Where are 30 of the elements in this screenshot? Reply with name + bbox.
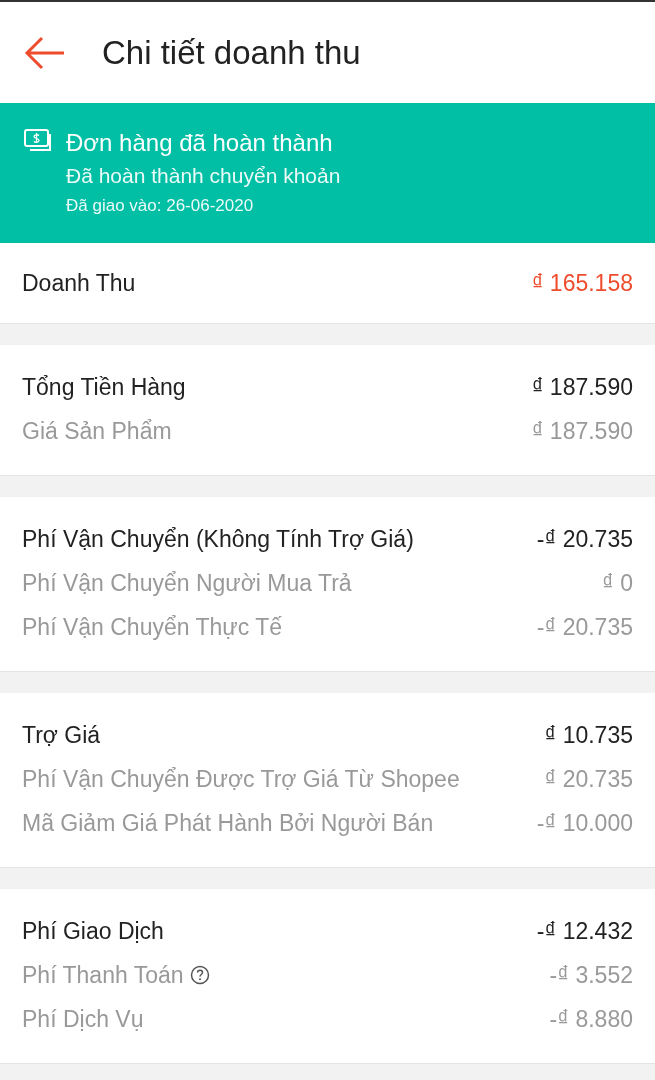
row-amount: ₫ 187.590 [531, 373, 633, 401]
status-title: Đơn hàng đã hoàn thành [66, 128, 334, 158]
back-arrow-icon[interactable] [24, 35, 66, 70]
row-label: Tổng Tiền Hàng [22, 373, 186, 401]
row-amount: -₫ 12.432 [536, 917, 633, 945]
row-label: Phí Thanh Toán [22, 961, 184, 989]
row-amount: ₫ 20.735 [544, 765, 633, 793]
row-label: Phí Vận Chuyển (Không Tính Trợ Giá) [22, 525, 414, 553]
row-amount: -₫ 10.000 [536, 809, 633, 837]
delivery-date: Đã giao vào: 26-06-2020 [66, 195, 255, 217]
row-label: Doanh Thu [22, 269, 136, 297]
row-label: Phí Dịch Vụ [22, 1005, 144, 1033]
row-amount: ₫ 10.735 [544, 721, 633, 749]
row-label: Phí Vận Chuyển Được Trợ Giá Từ Shopee [22, 765, 460, 793]
row-amount: -₫ 20.735 [536, 613, 633, 641]
row-label: Mã Giảm Giá Phát Hành Bởi Người Bán [22, 809, 434, 837]
row-amount: -₫ 20.735 [536, 525, 633, 553]
row-amount: ₫ 187.590 [531, 417, 633, 445]
row-label: Phí Giao Dịch [22, 917, 164, 945]
row-label: Phí Vận Chuyển Người Mua Trả [22, 569, 352, 597]
row-amount: ₫ 0 [602, 569, 633, 597]
help-icon[interactable] [189, 965, 210, 985]
row-amount: ₫ 165.158 [531, 269, 633, 297]
status-subtitle: Đã hoàn thành chuyển khoản [66, 163, 341, 189]
row-label: Phí Vận Chuyển Thực Tế [22, 613, 283, 641]
row-amount: -₫ 8.880 [549, 1005, 633, 1033]
row-label: Giá Sản Phẩm [22, 417, 172, 445]
row-amount: -₫ 3.552 [549, 961, 633, 989]
row-label: Trợ Giá [22, 721, 101, 749]
page-title: Chi tiết doanh thu [102, 33, 361, 72]
